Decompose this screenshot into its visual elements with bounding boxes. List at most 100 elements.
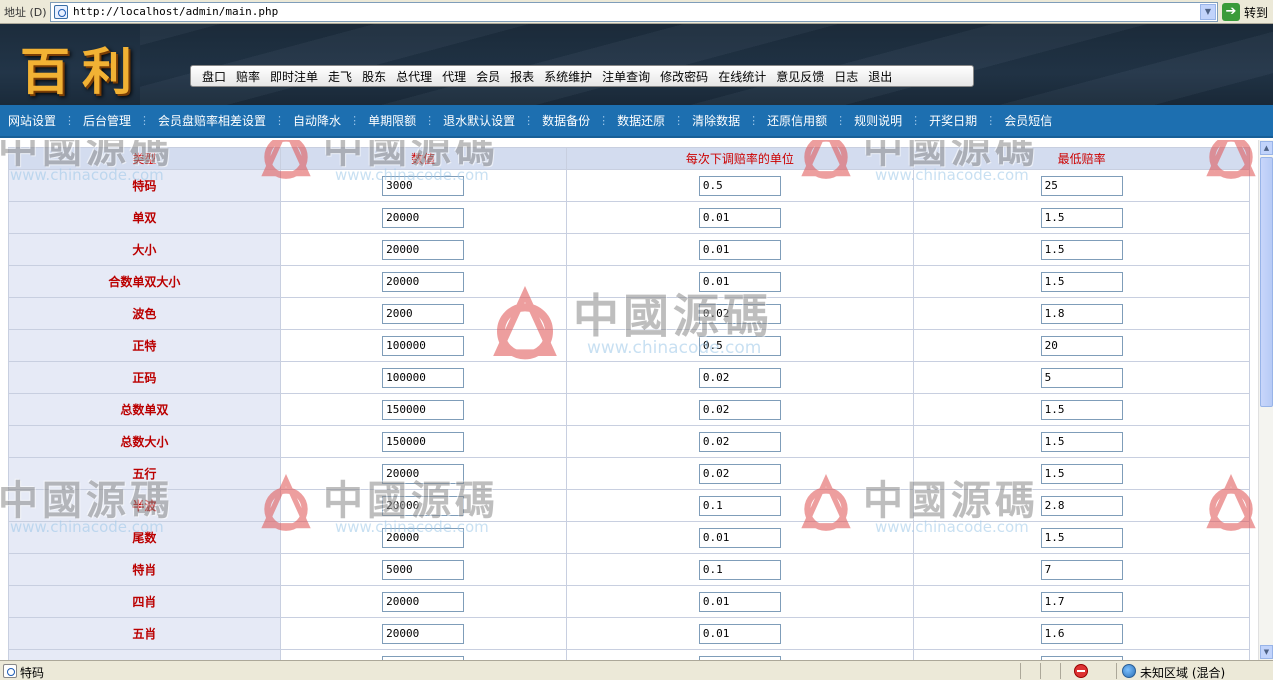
main-nav-item[interactable]: 修改密码 (655, 68, 713, 85)
value-input[interactable]: 150000 (382, 431, 465, 452)
sub-nav-item[interactable]: 还原信用额 (763, 112, 831, 129)
row-type-label: 五肖 (8, 617, 281, 650)
table-cell: 1.7 (913, 585, 1250, 618)
unit-input[interactable]: 0.02 (698, 399, 781, 420)
table-cell (913, 649, 1250, 660)
column-header-type: 类型 (8, 147, 281, 170)
popup-blocked-icon[interactable] (1074, 664, 1088, 678)
sub-nav-item[interactable]: 开奖日期 (925, 112, 981, 129)
main-nav-item[interactable]: 盘口 (197, 68, 231, 85)
value-input[interactable]: 20000 (382, 623, 465, 644)
sub-nav-item[interactable]: 网站设置 (4, 112, 60, 129)
unit-input[interactable]: 0.01 (698, 271, 781, 292)
sub-nav-item[interactable]: 退水默认设置 (439, 112, 519, 129)
value-input[interactable]: 3000 (382, 175, 465, 196)
main-nav-item[interactable]: 退出 (863, 68, 897, 85)
unit-input[interactable]: 0.5 (698, 175, 781, 196)
main-nav-item[interactable]: 在线统计 (713, 68, 771, 85)
min-odds-input[interactable]: 25 (1040, 175, 1123, 196)
min-odds-input[interactable]: 1.6 (1040, 623, 1123, 644)
min-odds-input[interactable]: 1.5 (1040, 463, 1123, 484)
sub-nav-item[interactable]: 单期限额 (364, 112, 420, 129)
unit-input[interactable]: 0.01 (698, 207, 781, 228)
table-row: 正特 100000 0.5 20 (8, 329, 1250, 362)
min-odds-input[interactable]: 1.5 (1040, 207, 1123, 228)
min-odds-input[interactable]: 7 (1040, 559, 1123, 580)
value-input[interactable]: 20000 (382, 591, 465, 612)
main-nav-item[interactable]: 会员 (471, 68, 505, 85)
value-input[interactable]: 100000 (382, 335, 465, 356)
sub-nav-item[interactable]: 会员盘赔率相差设置 (154, 112, 270, 129)
sub-nav-item[interactable]: 数据备份 (538, 112, 594, 129)
scroll-thumb[interactable] (1260, 157, 1273, 407)
value-input[interactable]: 20000 (382, 271, 465, 292)
unit-input[interactable]: 0.01 (698, 623, 781, 644)
scroll-down-icon[interactable]: ▼ (1260, 645, 1273, 659)
sub-nav-item[interactable]: 会员短信 (1000, 112, 1056, 129)
address-url[interactable]: http://localhost/admin/main.php (73, 5, 278, 18)
address-input[interactable]: http://localhost/admin/main.php ▼ (50, 2, 1218, 22)
table-row: 五行 20000 0.02 1.5 (8, 457, 1250, 490)
value-input[interactable]: 150000 (382, 399, 465, 420)
sub-nav-item[interactable]: 规则说明 (850, 112, 906, 129)
table-cell: 0.02 (565, 297, 915, 330)
unit-input[interactable]: 0.01 (698, 527, 781, 548)
main-nav-item[interactable]: 代理 (437, 68, 471, 85)
value-input[interactable]: 20000 (382, 463, 465, 484)
sub-nav-item[interactable]: 清除数据 (688, 112, 744, 129)
unit-input[interactable]: 0.02 (698, 463, 781, 484)
value-input[interactable]: 5000 (382, 559, 465, 580)
min-odds-input[interactable]: 1.5 (1040, 271, 1123, 292)
column-header-value: 数值 (279, 147, 567, 170)
min-odds-input[interactable]: 1.5 (1040, 431, 1123, 452)
value-input[interactable]: 20000 (382, 495, 465, 516)
unit-input[interactable]: 0.5 (698, 335, 781, 356)
main-nav-item[interactable]: 赔率 (231, 68, 265, 85)
sub-nav-separator: ⋮ (424, 114, 436, 127)
sub-nav-separator: ⋮ (64, 114, 76, 127)
unit-input[interactable]: 0.02 (698, 367, 781, 388)
min-odds-input[interactable]: 20 (1040, 335, 1123, 356)
main-nav-item[interactable]: 即时注单 (265, 68, 323, 85)
min-odds-input[interactable]: 1.5 (1040, 399, 1123, 420)
table-row: 总数单双 150000 0.02 1.5 (8, 393, 1250, 426)
min-odds-input[interactable]: 1.5 (1040, 527, 1123, 548)
value-input[interactable]: 20000 (382, 239, 465, 260)
table-cell: 0.01 (565, 521, 915, 554)
main-nav-item[interactable]: 意见反馈 (771, 68, 829, 85)
min-odds-input[interactable]: 1.8 (1040, 303, 1123, 324)
vertical-scrollbar[interactable]: ▲ ▼ (1258, 140, 1273, 660)
unit-input[interactable]: 0.1 (698, 495, 781, 516)
table-cell: 0.01 (565, 265, 915, 298)
row-type-label: 波色 (8, 297, 281, 330)
value-input[interactable]: 2000 (382, 303, 465, 324)
sub-nav-item[interactable]: 后台管理 (79, 112, 135, 129)
value-input[interactable]: 100000 (382, 367, 465, 388)
scroll-up-icon[interactable]: ▲ (1260, 141, 1273, 155)
table-cell: 1.5 (913, 457, 1250, 490)
unit-input[interactable]: 0.01 (698, 239, 781, 260)
sub-nav-item[interactable]: 自动降水 (289, 112, 345, 129)
table-cell: 100000 (279, 361, 567, 394)
unit-input[interactable]: 0.02 (698, 303, 781, 324)
unit-input[interactable]: 0.01 (698, 591, 781, 612)
value-input[interactable]: 20000 (382, 207, 465, 228)
main-nav-item[interactable]: 系统维护 (539, 68, 597, 85)
main-nav-item[interactable]: 总代理 (391, 68, 437, 85)
go-button[interactable]: ➔ 转到 (1222, 2, 1272, 22)
main-nav-item[interactable]: 注单查询 (597, 68, 655, 85)
sub-nav-item[interactable]: 数据还原 (613, 112, 669, 129)
value-input[interactable]: 20000 (382, 527, 465, 548)
main-nav-item[interactable]: 走飞 (323, 68, 357, 85)
column-header-unit: 每次下调赔率的单位 (565, 147, 915, 170)
main-nav-item[interactable]: 日志 (829, 68, 863, 85)
unit-input[interactable]: 0.02 (698, 431, 781, 452)
min-odds-input[interactable]: 2.8 (1040, 495, 1123, 516)
main-nav-item[interactable]: 报表 (505, 68, 539, 85)
unit-input[interactable]: 0.1 (698, 559, 781, 580)
min-odds-input[interactable]: 1.7 (1040, 591, 1123, 612)
address-dropdown-icon[interactable]: ▼ (1200, 4, 1216, 20)
min-odds-input[interactable]: 5 (1040, 367, 1123, 388)
min-odds-input[interactable]: 1.5 (1040, 239, 1123, 260)
main-nav-item[interactable]: 股东 (357, 68, 391, 85)
